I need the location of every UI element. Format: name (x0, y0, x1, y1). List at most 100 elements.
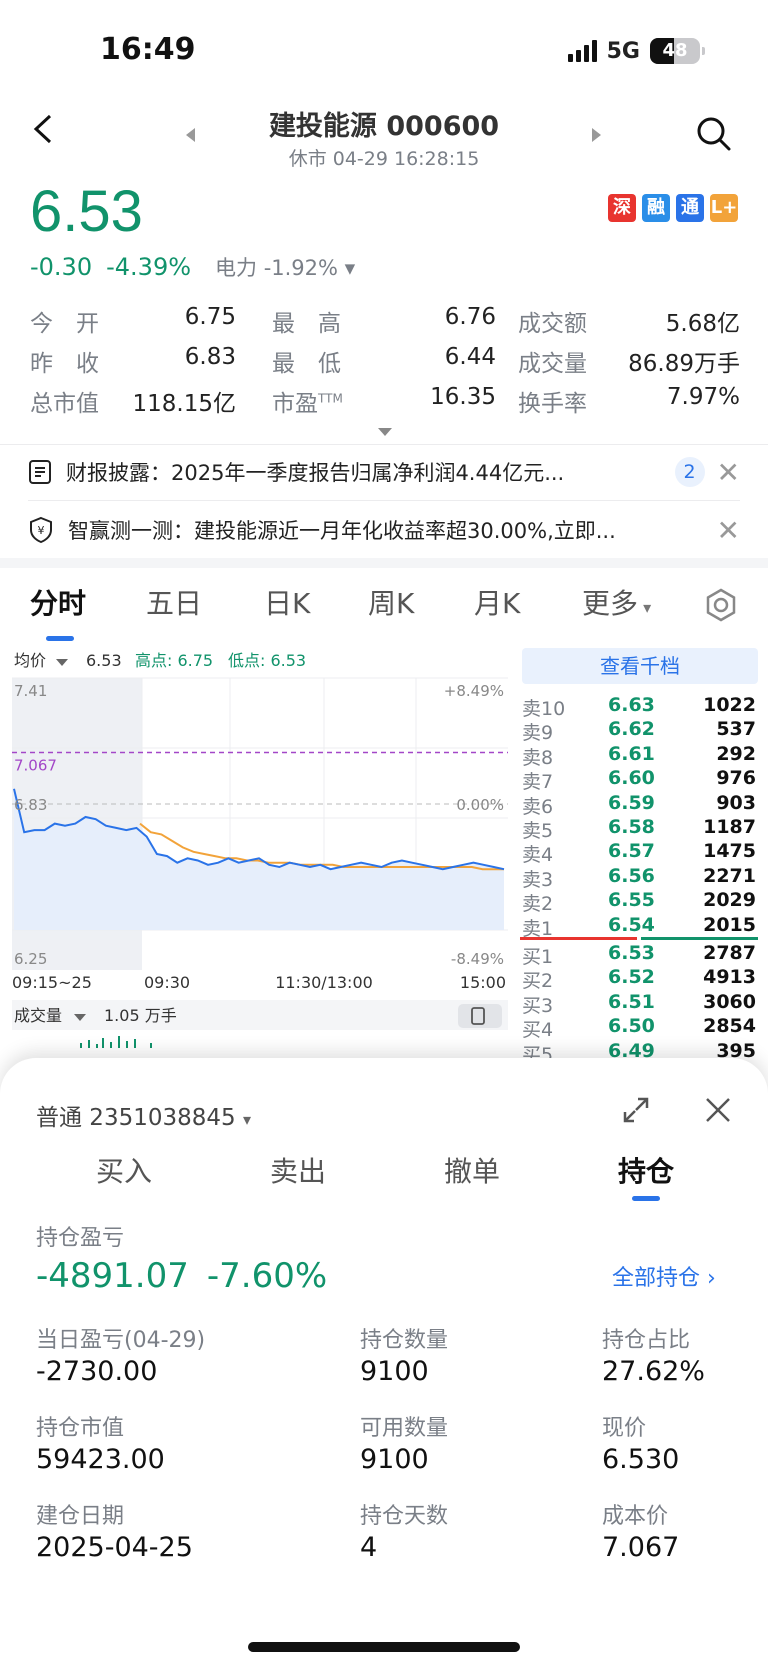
field-label: 建仓日期 (36, 1504, 125, 1529)
y-label-mid: 6.83 (14, 796, 47, 814)
volume-bar (110, 1042, 112, 1048)
ask-row[interactable]: 卖10 6.63 1022 (520, 694, 758, 720)
search-button[interactable] (696, 116, 732, 156)
market-badge: L+ (710, 194, 738, 222)
market-badges: 深融通 L+ (608, 194, 738, 222)
level-price: 6.63 (608, 694, 655, 716)
news-financial-report[interactable]: 财报披露：2025年一季度报告归属净利润4.44亿元... 2 ✕ (28, 452, 740, 492)
stat-label: 成交量 (518, 351, 587, 377)
current-price: 6.53 (30, 179, 143, 244)
field-value: 4 (360, 1532, 378, 1563)
close-sheet-button[interactable] (704, 1096, 732, 1128)
tab-monthly-k[interactable]: 月K (474, 582, 520, 622)
ask-row[interactable]: 卖7 6.60 976 (520, 767, 758, 794)
stat-value: 86.89万手 (628, 351, 740, 377)
chevron-down-icon (56, 659, 68, 666)
field-label: 持仓占比 (602, 1328, 691, 1353)
stock-title: 建投能源 000600 (268, 111, 500, 142)
pct-label-bottom: -8.49% (451, 950, 504, 968)
close-icon[interactable]: ✕ (717, 456, 740, 489)
y-label-top: 7.41 (14, 682, 47, 700)
search-icon (697, 117, 731, 151)
market-badge: 融 (642, 194, 670, 222)
news-text: 财报披露：2025年一季度报告归属净利润4.44亿元... (66, 461, 565, 485)
x-label-noon: 11:30/13:00 (275, 973, 373, 992)
field-value: 6.530 (602, 1444, 680, 1475)
avg-label: 均价 (14, 651, 46, 670)
field-label: 持仓市值 (36, 1416, 125, 1441)
stat-label: 成交额 (518, 311, 587, 337)
ask-row[interactable]: 卖1 6.54 2015 (520, 914, 758, 940)
intraday-chart[interactable]: 均价 6.53 高点: 6.75 低点: 6.53 7.41 7.067 6.8… (10, 648, 510, 1060)
svg-text:¥: ¥ (38, 524, 45, 537)
news-promo[interactable]: ¥ 智赢测一测：建投能源近一月年化收益率超30.00%,立即... ✕ (28, 510, 740, 550)
all-positions-link[interactable]: 全部持仓 › (612, 1260, 716, 1292)
tab-cancel-order[interactable]: 撤单 (444, 1150, 500, 1190)
volume-bar (102, 1038, 104, 1048)
settings-icon[interactable] (704, 588, 738, 622)
account-selector[interactable]: 普通 2351038845 ▾ (36, 1098, 251, 1132)
level-volume: 2271 (703, 864, 756, 887)
expand-stats-icon[interactable] (378, 428, 392, 436)
tab-positions[interactable]: 持仓 (618, 1150, 674, 1190)
stat-label: 市盈TTM (272, 391, 343, 417)
bid-row[interactable]: 买4 6.50 2854 (520, 1015, 758, 1041)
ask-row[interactable]: 卖4 6.57 1475 (520, 840, 758, 867)
level-label: 卖4 (522, 844, 554, 867)
field-value: 59423.00 (36, 1444, 165, 1475)
tab-sell[interactable]: 卖出 (270, 1150, 326, 1190)
level-volume: 1187 (703, 816, 756, 838)
level-volume: 2854 (703, 1015, 756, 1038)
stat-value: 6.76 (444, 304, 496, 330)
level-label: 卖5 (522, 820, 554, 842)
tab-intraday[interactable]: 分时 (30, 582, 86, 622)
status-icons: 5G 48 (567, 38, 705, 64)
ask-row[interactable]: 卖8 6.61 292 (520, 743, 758, 769)
pnl-value: -4891.07 (36, 1256, 189, 1296)
tab-more[interactable]: 更多 ▾ (582, 582, 651, 622)
tab-daily-k[interactable]: 日K (264, 582, 310, 622)
level-label: 卖8 (522, 746, 554, 769)
level-label: 卖6 (522, 795, 554, 818)
level-label: 买3 (522, 994, 554, 1017)
y-label-cost: 7.067 (14, 757, 57, 775)
pnl-label: 持仓盈亏 (36, 1226, 125, 1251)
stat-value: 6.75 (184, 304, 236, 330)
level-volume: 1022 (703, 694, 756, 716)
book-divider (520, 937, 758, 940)
sector-change[interactable]: 电力 -1.92% ▾ (215, 252, 355, 282)
home-indicator (248, 1642, 520, 1652)
bid-row[interactable]: 买2 6.52 4913 (520, 966, 758, 992)
sheet-tab-indicator (632, 1196, 660, 1201)
ask-row[interactable]: 卖5 6.58 1187 (520, 816, 758, 842)
stat-label: 最 高 (272, 311, 341, 337)
level-volume: 3060 (703, 990, 756, 1013)
level-volume: 976 (716, 767, 756, 790)
tab-buy[interactable]: 买入 (96, 1150, 152, 1190)
ask-row[interactable]: 卖3 6.56 2271 (520, 864, 758, 891)
news-count-badge: 2 (674, 457, 705, 487)
bid-row[interactable]: 买1 6.53 2787 (520, 942, 758, 968)
market-status: 休市 04-29 16:28:15 (288, 148, 480, 170)
ask-row[interactable]: 卖6 6.59 903 (520, 792, 758, 818)
network-label: 5G (606, 38, 640, 64)
ask-row[interactable]: 卖9 6.62 537 (520, 718, 758, 744)
tab-weekly-k[interactable]: 周K (368, 582, 414, 622)
tab-five-day[interactable]: 五日 (146, 582, 202, 622)
field-label: 现价 (602, 1416, 647, 1441)
price-change: -0.30 (30, 253, 93, 281)
expand-icon (623, 1097, 649, 1123)
price-change-row: -0.30 -4.39% 电力 -1.92% ▾ (30, 252, 355, 282)
view-depth-button[interactable]: 查看千档 (522, 648, 758, 684)
bid-row[interactable]: 买3 6.51 3060 (520, 990, 758, 1017)
next-stock-button[interactable] (592, 128, 601, 142)
level-price: 6.56 (608, 864, 655, 887)
level-volume: 1475 (703, 840, 756, 863)
level-label: 卖7 (522, 771, 554, 794)
level-price: 6.58 (608, 816, 655, 838)
close-icon[interactable]: ✕ (717, 514, 740, 547)
expand-button[interactable] (622, 1096, 650, 1128)
tab-active-indicator (46, 636, 74, 641)
level-label: 卖3 (522, 868, 554, 891)
ask-row[interactable]: 卖2 6.55 2029 (520, 889, 758, 915)
